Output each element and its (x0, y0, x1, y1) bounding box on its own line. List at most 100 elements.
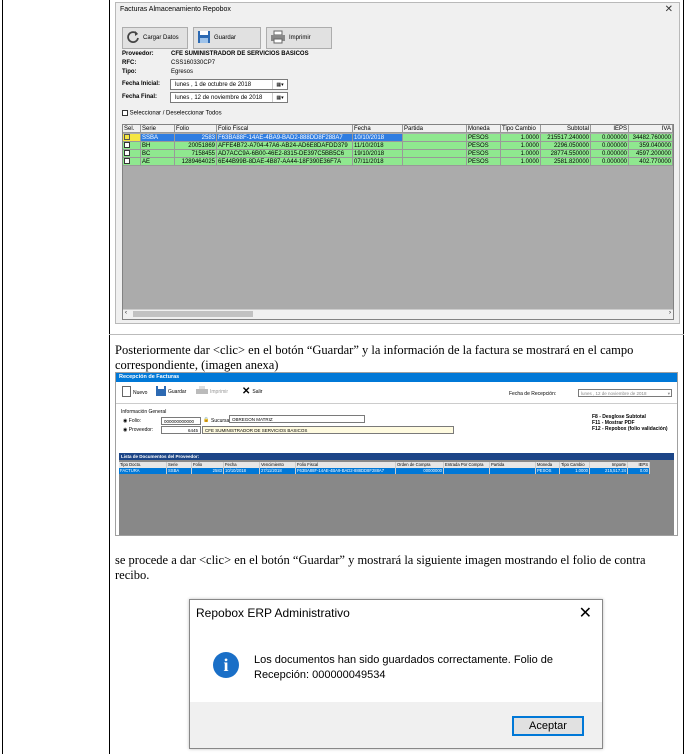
col-header[interactable]: Folio Fiscal (217, 125, 353, 133)
cell-folio-fiscal: AD7ACC9A-6B00-46E2-8315-DE397C5BB5C6 (217, 150, 353, 158)
cell-moneda: PESOS (467, 150, 501, 158)
nuevo-label: Nuevo (133, 389, 148, 396)
cell-moneda: PESOS (536, 468, 560, 474)
cell-tipo-cambio: 1.0000 (501, 158, 541, 166)
guardar-label: Guardar (214, 35, 237, 41)
checkbox-icon[interactable] (122, 110, 128, 116)
guardar-button[interactable]: Guardar (156, 386, 186, 398)
salir-label: Salir (252, 388, 263, 395)
sucursal-input[interactable]: OBREGON MATRIZ (229, 415, 365, 423)
guardar-button[interactable]: Guardar (193, 27, 261, 49)
facturas-grid: Sel. Serie Folio Folio Fiscal Fecha Part… (122, 124, 674, 320)
fecha-inicial-picker[interactable]: lunes , 1 de octubre de 2018 ▦▾ (170, 79, 288, 90)
cell-folio-fiscal: 6E44B99B-8DAE-4B87-AA44-18F390E36F7A (217, 158, 353, 166)
imprimir-button[interactable]: Imprimir (266, 27, 332, 49)
window-title: Facturas Almacenamiento Repobox (120, 6, 231, 13)
header-divider (116, 403, 677, 404)
checkbox-icon[interactable] (124, 158, 130, 165)
table-row[interactable]: SSBA 2583 F63BA88F-14AE-4BA9-BAD2-888DD8… (123, 134, 673, 142)
close-x-icon: ✕ (242, 386, 251, 397)
calendar-dropdown-icon[interactable]: ▦▾ (272, 80, 287, 89)
tipo-value: Egresos (171, 69, 194, 75)
cell-ieps: 0.000000 (591, 134, 629, 142)
checkbox-icon[interactable] (124, 150, 130, 157)
cell-ieps: 0.00 (628, 468, 650, 474)
col-header[interactable]: Sel. (123, 125, 141, 133)
row-checkbox[interactable] (123, 150, 141, 158)
salir-button[interactable]: ✕ Salir (242, 386, 262, 397)
cargar-datos-button[interactable]: Cargar Datos (122, 27, 188, 49)
fecha-final-label: Fecha Final: (122, 94, 158, 100)
fecha-final-picker[interactable]: lunes , 12 de noviembre de 2018 ▦▾ (170, 92, 288, 103)
facturas-window: Facturas Almacenamiento Repobox ✕ Cargar… (115, 2, 680, 324)
col-header[interactable]: IVA (629, 125, 673, 133)
aceptar-button[interactable]: Aceptar (512, 716, 584, 736)
sucursal-label: Sucursal (211, 418, 231, 424)
table-row[interactable]: FACTURA SSBA 2583 10/10/2018 27/11/2018 … (119, 468, 650, 474)
cell-partida (403, 150, 467, 158)
table-row[interactable]: AE 1289464025 6E44B99B-8DAE-4B87-AA44-18… (123, 158, 673, 166)
lista-documentos-title: Lista de Documentos del Proveedor: (119, 453, 674, 460)
close-icon[interactable]: ✕ (579, 603, 592, 623)
select-all-checkbox[interactable]: Seleccionar / Deseleccionar Todos (122, 110, 222, 117)
horizontal-scrollbar[interactable]: ‹ › (123, 309, 673, 319)
col-header[interactable]: Moneda (467, 125, 501, 133)
cell-fecha: 10/10/2018 (224, 468, 260, 474)
cell-entrada-compra (444, 468, 490, 474)
proveedor-radio[interactable]: ◉ Proveedor: (123, 427, 153, 433)
calendar-dropdown-icon[interactable]: ▦▾ (272, 93, 287, 102)
folio-radio[interactable]: ◉ Folio: (123, 418, 141, 424)
col-header[interactable]: Tipo Cambio (501, 125, 541, 133)
cell-importe: 215,517.24 (590, 468, 628, 474)
cell-vencimiento: 27/11/2018 (260, 468, 296, 474)
cell-folio-fiscal: AFFE4B72-A704-47A6-AB24-AD6E8DAFDD379 (217, 142, 353, 150)
cell-tipo-cambio: 1.0000 (501, 150, 541, 158)
col-header[interactable]: IEPS (591, 125, 629, 133)
col-header[interactable]: Folio (175, 125, 217, 133)
scrollbar-thumb[interactable] (133, 311, 253, 317)
calendar-dropdown-icon[interactable]: ▾ (668, 390, 670, 397)
fecha-final-value: lunes , 12 de noviembre de 2018 (175, 95, 263, 101)
cell-tipo-cambio: 1.0000 (501, 142, 541, 150)
cell-partida (490, 468, 536, 474)
imprimir-button[interactable]: Imprimir (196, 386, 228, 398)
scroll-right-icon[interactable]: › (669, 310, 671, 316)
cell-moneda: PESOS (467, 134, 501, 142)
proveedor-id-input[interactable]: 6445 (161, 426, 201, 434)
dialog-title: Repobox ERP Administrativo (196, 606, 350, 620)
info-icon: i (213, 652, 239, 678)
cell-tipo-cambio: 1.0000 (560, 468, 590, 474)
confirmation-dialog: Repobox ERP Administrativo ✕ i Los docum… (189, 599, 603, 749)
table-row[interactable]: BC 7158455 AD7ACC9A-6B00-46E2-8315-DE397… (123, 150, 673, 158)
cell-folio: 20051869 (175, 142, 217, 150)
folio-input[interactable]: 000000000000 (161, 417, 201, 425)
cell-ieps: 0.000000 (591, 158, 629, 166)
paragraph-contra-recibo: se procede a dar <clic> en el botón “Gua… (115, 553, 646, 582)
scroll-left-icon[interactable]: ‹ (125, 310, 127, 316)
col-header[interactable]: Serie (141, 125, 175, 133)
fecha-inicial-value: lunes , 1 de octubre de 2018 (175, 82, 252, 88)
documentos-grid: Lista de Documentos del Proveedor: Tipo … (119, 453, 674, 535)
col-header[interactable]: Fecha (353, 125, 403, 133)
cell-fecha: 07/11/2018 (353, 158, 403, 166)
doc-border-right (683, 0, 684, 754)
save-icon (197, 30, 211, 46)
col-header[interactable]: Subtotal (541, 125, 591, 133)
row-checkbox[interactable] (123, 134, 141, 142)
nuevo-button[interactable]: Nuevo (122, 386, 147, 399)
fecha-recepcion-value: lunes , 12 de noviembre de 2018 (581, 391, 647, 396)
cell-folio: 7158455 (175, 150, 217, 158)
cell-folio: 2583 (175, 134, 217, 142)
table-row[interactable]: BH 20051869 AFFE4B72-A704-47A6-AB24-AD6E… (123, 142, 673, 150)
row-checkbox[interactable] (123, 158, 141, 166)
row-checkbox[interactable] (123, 142, 141, 150)
proveedor-name-input[interactable]: CFE SUMINISTRADOR DE SERVICIOS BASICOS (202, 426, 454, 434)
cell-serie: AE (141, 158, 175, 166)
col-header[interactable]: Partida (403, 125, 467, 133)
checkbox-icon[interactable] (124, 142, 130, 149)
window-title: Recepción de Facturas (116, 373, 677, 382)
checkbox-icon[interactable] (124, 134, 130, 141)
fecha-recepcion-picker[interactable]: lunes , 12 de noviembre de 2018 ▾ (578, 389, 672, 397)
close-icon[interactable]: ✕ (665, 4, 673, 15)
info-general-title: Información General (121, 409, 167, 415)
